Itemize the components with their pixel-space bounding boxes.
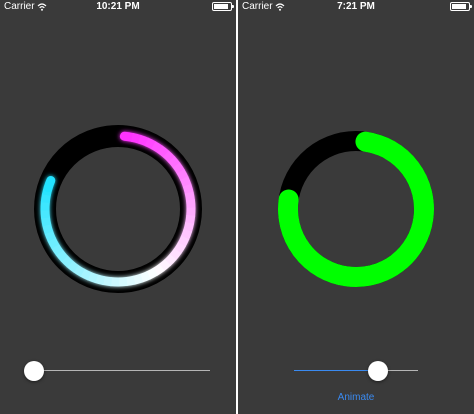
ring-arc-segment — [40, 193, 51, 204]
ring-arc-segment — [125, 275, 136, 287]
ring-arc-segment — [139, 271, 151, 283]
ring-arc-segment — [183, 222, 195, 233]
ring-arc-segment — [55, 249, 68, 262]
ring-arc-segment — [185, 214, 196, 225]
ring-arc-segment — [176, 169, 189, 181]
ring-arc-segment — [72, 264, 85, 277]
slider-thumb[interactable] — [24, 361, 44, 381]
ring-arc-segment — [158, 259, 171, 272]
ring-arc-segment — [173, 242, 186, 255]
ring-arc-segment — [119, 131, 138, 142]
ring-arc-segment — [152, 263, 165, 276]
ring-arc-segment — [151, 141, 164, 154]
progress-ring — [278, 131, 434, 287]
ring-arc-segment — [177, 235, 190, 248]
ring-arc-segment — [118, 276, 128, 287]
ring-arc-segment — [132, 273, 144, 285]
ring-arc-segment — [172, 162, 185, 175]
ring-arc-segment — [44, 230, 56, 242]
right-phone-screen: Carrier 7:21 PM Animate — [238, 0, 474, 414]
ring-arc-segment — [137, 134, 150, 147]
ring-arc-segment — [60, 255, 74, 268]
ring-arc-segment — [157, 145, 170, 158]
progress-slider[interactable] — [24, 360, 214, 382]
ring-arc-segment — [131, 132, 142, 144]
ring-arc-segment — [66, 260, 79, 273]
ring-arc-segment — [180, 228, 193, 241]
slider-track[interactable] — [34, 370, 210, 371]
slider-track-filled[interactable] — [294, 370, 378, 371]
ring-arc-segment — [185, 199, 196, 209]
ring-arc-segment — [184, 191, 196, 202]
ring-arc-segment — [180, 176, 192, 188]
ring-arc-segment — [79, 268, 92, 281]
progress-slider[interactable] — [294, 360, 418, 382]
ring-arc-segment — [94, 274, 105, 286]
ring-arc-segment — [146, 267, 158, 280]
ring-arc-segment — [86, 271, 99, 284]
ring-arc-segment — [144, 137, 157, 150]
slider-thumb[interactable] — [367, 361, 388, 381]
ring-arc-segment — [40, 209, 51, 219]
ring-arc-segment — [102, 276, 113, 287]
ring-arc-segment — [40, 216, 52, 227]
animate-button[interactable]: Animate — [238, 392, 474, 403]
ring-arc-segment — [162, 150, 176, 163]
ring-arc-segment — [47, 237, 60, 249]
progress-ring — [34, 125, 202, 293]
ring-arc-segment — [42, 223, 54, 235]
ring-arc-segment — [43, 175, 56, 193]
ring-arc-segment — [164, 253, 177, 267]
ring-arc-segment — [169, 248, 182, 261]
ring-arc-segment — [51, 243, 64, 256]
left-phone-screen: Carrier 10:21 PM — [0, 0, 236, 414]
ring-arc-segment — [182, 183, 194, 195]
ring-arc-segment — [168, 156, 181, 169]
